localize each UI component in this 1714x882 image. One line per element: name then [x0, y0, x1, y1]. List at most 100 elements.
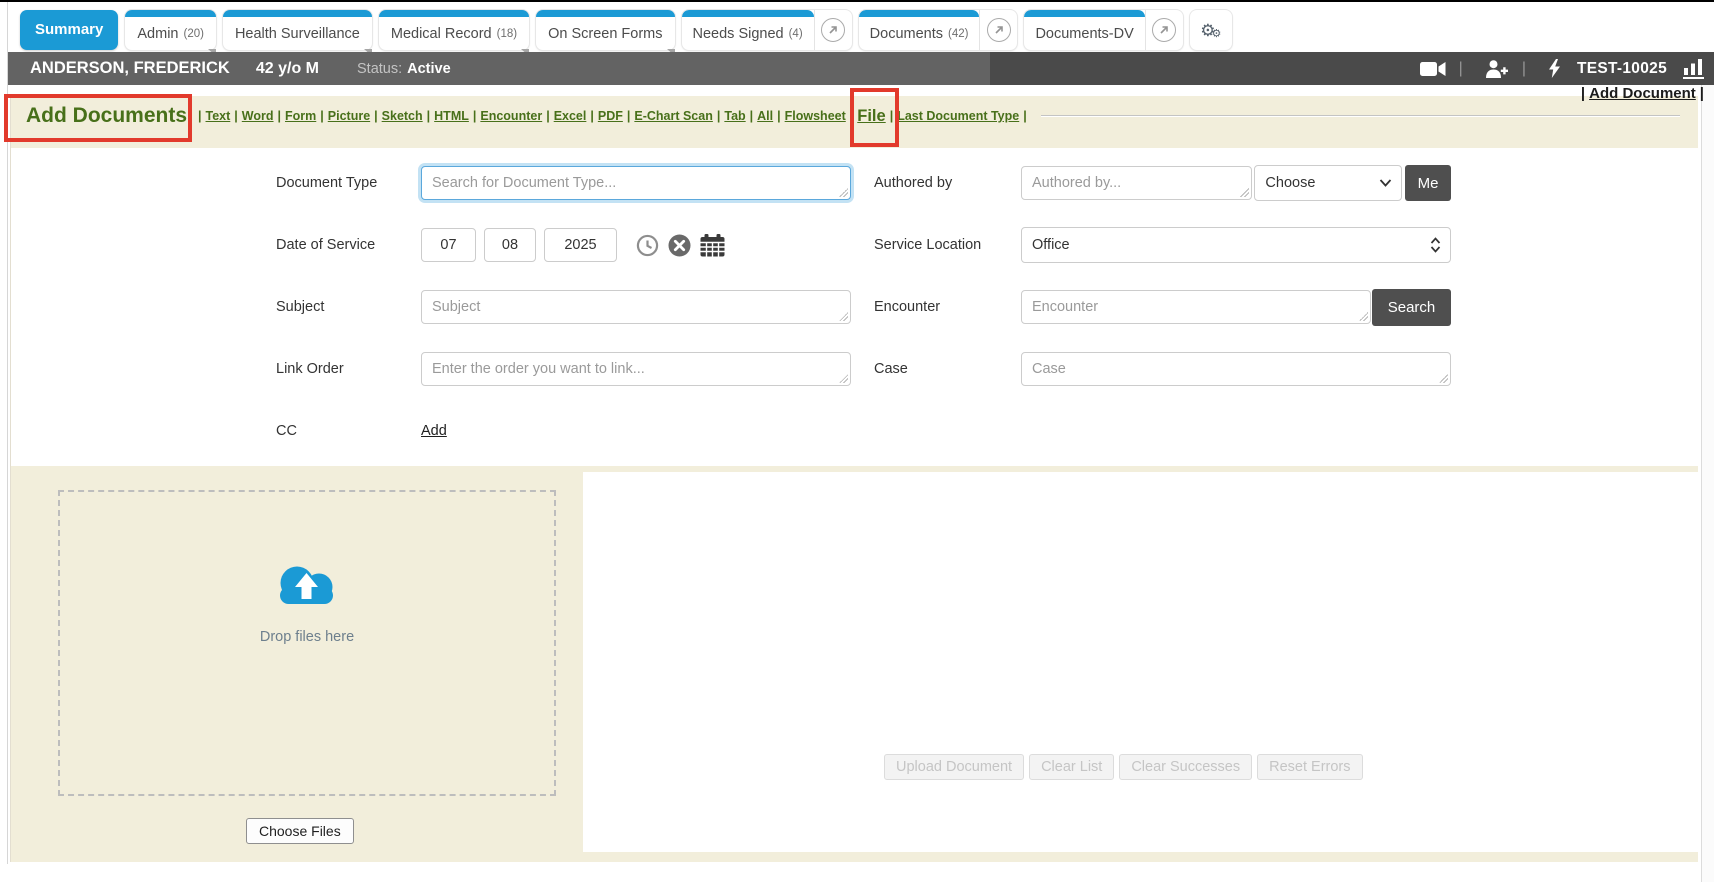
- link-pdf[interactable]: PDF: [598, 109, 623, 123]
- document-form: Document Type Authored by Choose Me Date…: [11, 148, 1699, 466]
- cc-add-link[interactable]: Add: [421, 423, 447, 439]
- document-type-label: Document Type: [276, 175, 421, 191]
- form-row: Subject Encounter Search: [11, 276, 1699, 338]
- me-button[interactable]: Me: [1405, 165, 1451, 201]
- form-row: Document Type Authored by Choose Me: [11, 152, 1699, 214]
- document-type-input[interactable]: [421, 166, 851, 200]
- case-input[interactable]: [1021, 352, 1451, 386]
- left-border: [7, 2, 8, 864]
- authored-by-input[interactable]: [1021, 166, 1252, 200]
- clock-icon[interactable]: [636, 234, 659, 257]
- cc-label: CC: [276, 423, 421, 439]
- date-year-input[interactable]: [544, 228, 617, 262]
- add-person-icon[interactable]: [1485, 60, 1509, 78]
- form-row: CC Add: [11, 400, 1699, 462]
- tab-documents-dv[interactable]: Documents-DV: [1024, 10, 1144, 50]
- add-document-link[interactable]: Add Document: [1589, 85, 1696, 102]
- tab-needs-signed[interactable]: Needs Signed(4): [682, 10, 814, 50]
- link-last-document-type[interactable]: Last Document Type: [897, 109, 1019, 123]
- subject-input[interactable]: [421, 290, 851, 324]
- form-row: Link Order Case: [11, 338, 1699, 400]
- up-down-arrows-icon: [1430, 236, 1441, 254]
- add-documents-page: Summary Admin(20) Health Surveillance Me…: [0, 0, 1714, 882]
- tab-health-surveillance[interactable]: Health Surveillance: [223, 10, 372, 50]
- patient-age-sex: 42 y/o M: [256, 60, 319, 78]
- tab-documents-dv-popout[interactable]: [1145, 10, 1183, 50]
- tab-summary[interactable]: Summary: [20, 10, 118, 50]
- patient-banner-tools: | | TEST-10025: [990, 52, 1714, 85]
- link-file[interactable]: File: [857, 107, 885, 125]
- link-flowsheet[interactable]: Flowsheet: [785, 109, 846, 123]
- tab-label: Medical Record: [391, 18, 492, 50]
- bar-chart-icon[interactable]: [1683, 59, 1704, 79]
- encounter-label: Encounter: [874, 299, 1021, 315]
- pipe: |: [1700, 85, 1704, 102]
- service-location-label: Service Location: [874, 237, 1021, 253]
- link-e-chart-scan[interactable]: E-Chart Scan: [634, 109, 713, 123]
- tab-admin[interactable]: Admin(20): [125, 10, 216, 50]
- tab-count: (18): [497, 18, 517, 50]
- tab-bar: Summary Admin(20) Health Surveillance Me…: [8, 2, 1714, 52]
- link-all[interactable]: All: [757, 109, 773, 123]
- form-row: Date of Service Service Location Office: [11, 214, 1699, 276]
- popout-arrow-icon: [821, 18, 845, 42]
- tab-documents[interactable]: Documents(42): [859, 10, 980, 50]
- reset-errors-button[interactable]: Reset Errors: [1257, 754, 1362, 780]
- upload-actions: Upload Document Clear List Clear Success…: [884, 754, 1363, 780]
- tab-on-screen-forms[interactable]: On Screen Forms: [536, 10, 674, 50]
- clear-list-button[interactable]: Clear List: [1029, 754, 1114, 780]
- date-of-service-label: Date of Service: [276, 237, 421, 253]
- link-excel[interactable]: Excel: [554, 109, 587, 123]
- link-form[interactable]: Form: [285, 109, 316, 123]
- tab-medical-record[interactable]: Medical Record(18): [379, 10, 529, 50]
- clear-x-icon[interactable]: [668, 234, 691, 257]
- authored-by-choose-select[interactable]: Choose: [1254, 165, 1402, 201]
- link-sketch[interactable]: Sketch: [382, 109, 423, 123]
- settings-gear-button[interactable]: ⚙⚙: [1190, 10, 1232, 50]
- link-order-label: Link Order: [276, 361, 421, 377]
- video-camera-icon[interactable]: [1420, 61, 1446, 77]
- link-text[interactable]: Text: [206, 109, 231, 123]
- encounter-input[interactable]: [1021, 290, 1371, 324]
- date-month-input[interactable]: [421, 228, 476, 262]
- tab-label: Summary: [35, 21, 103, 38]
- choose-files-button[interactable]: Choose Files: [246, 818, 354, 844]
- date-day-input[interactable]: [484, 228, 536, 262]
- cloud-upload-icon: [266, 558, 348, 621]
- calendar-icon[interactable]: [700, 234, 725, 257]
- tab-label: Admin: [137, 18, 178, 50]
- panel-header: Add Documents | Text| Word| Form| Pictur…: [11, 96, 1698, 128]
- case-label: Case: [874, 361, 1021, 377]
- patient-name: ANDERSON, FREDERICK: [30, 59, 230, 78]
- upload-list-area: Upload Document Clear List Clear Success…: [583, 472, 1699, 852]
- file-drop-zone[interactable]: Drop files here: [58, 490, 556, 796]
- drop-files-text: Drop files here: [260, 629, 354, 645]
- popout-arrow-icon: [1152, 18, 1176, 42]
- tab-count: (20): [183, 18, 203, 50]
- upload-document-button[interactable]: Upload Document: [884, 754, 1024, 780]
- link-word[interactable]: Word: [242, 109, 274, 123]
- tab-label: On Screen Forms: [548, 18, 662, 50]
- lightning-bolt-icon[interactable]: [1548, 59, 1561, 78]
- tab-documents-dv-group: Documents-DV: [1024, 10, 1182, 50]
- link-picture[interactable]: Picture: [328, 109, 370, 123]
- link-encounter[interactable]: Encounter: [480, 109, 542, 123]
- patient-id: TEST-10025: [1577, 60, 1667, 78]
- link-order-input[interactable]: [421, 352, 851, 386]
- encounter-search-button[interactable]: Search: [1372, 289, 1451, 326]
- scrollbar-track[interactable]: [1701, 85, 1714, 882]
- tab-documents-popout[interactable]: [979, 10, 1017, 50]
- add-document-top-link-row: |Add Document|: [1581, 85, 1704, 102]
- tab-label: Documents-DV: [1035, 18, 1133, 50]
- document-type-links: | Text| Word| Form| Picture| Sketch| HTM…: [194, 107, 1031, 126]
- add-documents-panel: Add Documents | Text| Word| Form| Pictur…: [10, 96, 1698, 862]
- chevron-down-icon: [1379, 179, 1392, 188]
- clear-successes-button[interactable]: Clear Successes: [1119, 754, 1252, 780]
- header-divider: [1041, 115, 1680, 117]
- link-html[interactable]: HTML: [434, 109, 469, 123]
- link-tab[interactable]: Tab: [724, 109, 745, 123]
- tab-count: (42): [948, 18, 968, 50]
- service-location-select[interactable]: Office: [1021, 227, 1451, 263]
- tab-needs-signed-popout[interactable]: [814, 10, 852, 50]
- page-title: Add Documents: [26, 104, 187, 127]
